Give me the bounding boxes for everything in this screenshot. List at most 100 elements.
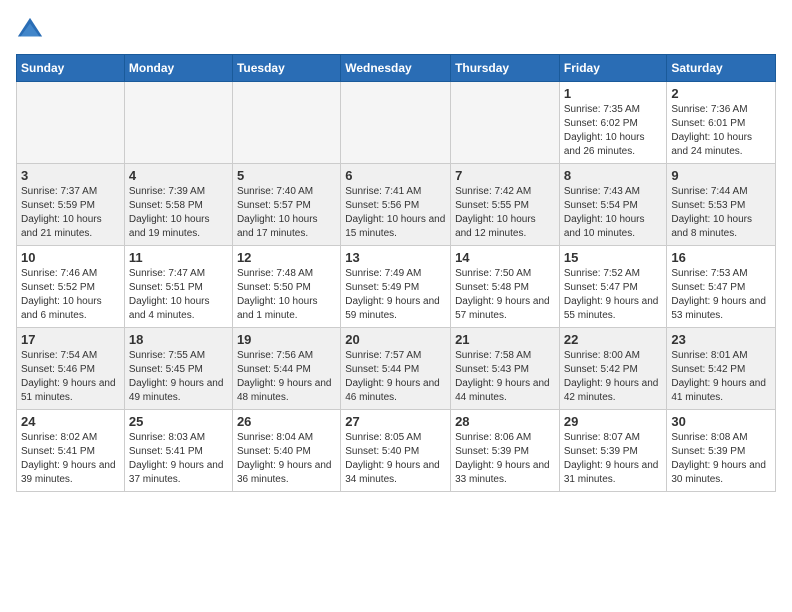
calendar-cell: 23Sunrise: 8:01 AM Sunset: 5:42 PM Dayli… bbox=[667, 328, 776, 410]
calendar-cell: 30 Sunrise: 8:08 AM Sunset: 5:39 PM Dayli… bbox=[667, 410, 776, 492]
day-info: Sunrise: 7:50 AM Sunset: 5:48 PM Dayligh… bbox=[455, 267, 555, 323]
calendar-table: SundayMondayTuesdayWednesdayThursdayFrid… bbox=[16, 54, 776, 492]
day-info: Sunrise: 8:04 AM Sunset: 5:40 PM Dayligh… bbox=[237, 431, 336, 487]
calendar-cell: 8 Sunrise: 7:43 AM Sunset: 5:54 PM Daylig… bbox=[559, 164, 667, 246]
day-info: Sunrise: 7:46 AM Sunset: 5:52 PM Dayligh… bbox=[21, 267, 120, 323]
day-info: Sunrise: 7:44 AM Sunset: 5:53 PM Dayligh… bbox=[671, 185, 771, 241]
calendar-cell bbox=[17, 82, 125, 164]
day-info: Sunrise: 7:42 AM Sunset: 5:55 PM Dayligh… bbox=[455, 185, 555, 241]
calendar-cell: 24 Sunrise: 8:02 AM Sunset: 5:41 PM Dayli… bbox=[17, 410, 125, 492]
calendar-cell: 19Sunrise: 7:56 AM Sunset: 5:44 PM Dayli… bbox=[232, 328, 340, 410]
day-number: 15 bbox=[564, 250, 663, 265]
day-info: Sunrise: 8:02 AM Sunset: 5:41 PM Dayligh… bbox=[21, 431, 120, 487]
calendar-cell: 10 Sunrise: 7:46 AM Sunset: 5:52 PM Dayli… bbox=[17, 246, 125, 328]
calendar-cell: 4 Sunrise: 7:39 AM Sunset: 5:58 PM Daylig… bbox=[124, 164, 232, 246]
day-number: 5 bbox=[237, 168, 336, 183]
calendar-cell: 9 Sunrise: 7:44 AM Sunset: 5:53 PM Daylig… bbox=[667, 164, 776, 246]
day-info: Sunrise: 7:55 AM Sunset: 5:45 PM Dayligh… bbox=[129, 349, 228, 405]
day-info: Sunrise: 8:00 AM Sunset: 5:42 PM Dayligh… bbox=[564, 349, 663, 405]
day-number: 23 bbox=[671, 332, 771, 347]
day-number: 30 bbox=[671, 414, 771, 429]
weekday-header: Sunday bbox=[17, 55, 125, 82]
calendar-cell: 22 Sunrise: 8:00 AM Sunset: 5:42 PM Dayli… bbox=[559, 328, 667, 410]
day-number: 19 bbox=[237, 332, 336, 347]
day-info: Sunrise: 7:37 AM Sunset: 5:59 PM Dayligh… bbox=[21, 185, 120, 241]
calendar-cell: 5 Sunrise: 7:40 AM Sunset: 5:57 PM Daylig… bbox=[232, 164, 340, 246]
weekday-header: Thursday bbox=[451, 55, 560, 82]
day-info: Sunrise: 7:35 AM Sunset: 6:02 PM Dayligh… bbox=[564, 103, 663, 159]
day-info: Sunrise: 7:40 AM Sunset: 5:57 PM Dayligh… bbox=[237, 185, 336, 241]
day-number: 22 bbox=[564, 332, 663, 347]
calendar-row: 17 Sunrise: 7:54 AM Sunset: 5:46 PM Dayli… bbox=[17, 328, 776, 410]
day-number: 8 bbox=[564, 168, 663, 183]
calendar-cell bbox=[124, 82, 232, 164]
day-info: Sunrise: 7:52 AM Sunset: 5:47 PM Dayligh… bbox=[564, 267, 663, 323]
logo-icon bbox=[16, 16, 44, 44]
day-number: 10 bbox=[21, 250, 120, 265]
day-info: Sunrise: 8:08 AM Sunset: 5:39 PM Dayligh… bbox=[671, 431, 771, 487]
calendar-row: 10 Sunrise: 7:46 AM Sunset: 5:52 PM Dayli… bbox=[17, 246, 776, 328]
calendar-cell: 29 Sunrise: 8:07 AM Sunset: 5:39 PM Dayli… bbox=[559, 410, 667, 492]
day-number: 3 bbox=[21, 168, 120, 183]
calendar-cell: 18 Sunrise: 7:55 AM Sunset: 5:45 PM Dayli… bbox=[124, 328, 232, 410]
day-number: 13 bbox=[345, 250, 446, 265]
day-info: Sunrise: 8:07 AM Sunset: 5:39 PM Dayligh… bbox=[564, 431, 663, 487]
day-info: Sunrise: 8:03 AM Sunset: 5:41 PM Dayligh… bbox=[129, 431, 228, 487]
day-info: Sunrise: 7:58 AM Sunset: 5:43 PM Dayligh… bbox=[455, 349, 555, 405]
header-row: SundayMondayTuesdayWednesdayThursdayFrid… bbox=[17, 55, 776, 82]
weekday-header: Monday bbox=[124, 55, 232, 82]
calendar-cell: 21 Sunrise: 7:58 AM Sunset: 5:43 PM Dayli… bbox=[451, 328, 560, 410]
day-number: 2 bbox=[671, 86, 771, 101]
day-number: 9 bbox=[671, 168, 771, 183]
calendar-cell bbox=[232, 82, 340, 164]
day-number: 26 bbox=[237, 414, 336, 429]
calendar-cell: 20 Sunrise: 7:57 AM Sunset: 5:44 PM Dayli… bbox=[341, 328, 451, 410]
day-info: Sunrise: 7:48 AM Sunset: 5:50 PM Dayligh… bbox=[237, 267, 336, 323]
day-number: 4 bbox=[129, 168, 228, 183]
calendar-cell: 3 Sunrise: 7:37 AM Sunset: 5:59 PM Daylig… bbox=[17, 164, 125, 246]
calendar-cell: 2 Sunrise: 7:36 AM Sunset: 6:01 PM Daylig… bbox=[667, 82, 776, 164]
logo bbox=[16, 16, 48, 44]
day-number: 18 bbox=[129, 332, 228, 347]
calendar-cell: 28 Sunrise: 8:06 AM Sunset: 5:39 PM Dayli… bbox=[451, 410, 560, 492]
day-number: 25 bbox=[129, 414, 228, 429]
day-info: Sunrise: 7:57 AM Sunset: 5:44 PM Dayligh… bbox=[345, 349, 446, 405]
calendar-cell: 15 Sunrise: 7:52 AM Sunset: 5:47 PM Dayli… bbox=[559, 246, 667, 328]
day-info: Sunrise: 7:49 AM Sunset: 5:49 PM Dayligh… bbox=[345, 267, 446, 323]
day-info: Sunrise: 7:39 AM Sunset: 5:58 PM Dayligh… bbox=[129, 185, 228, 241]
day-info: Sunrise: 7:41 AM Sunset: 5:56 PM Dayligh… bbox=[345, 185, 446, 241]
calendar-cell: 11Sunrise: 7:47 AM Sunset: 5:51 PM Dayli… bbox=[124, 246, 232, 328]
day-info: Sunrise: 7:53 AM Sunset: 5:47 PM Dayligh… bbox=[671, 267, 771, 323]
day-number: 27 bbox=[345, 414, 446, 429]
calendar-body: 1 Sunrise: 7:35 AM Sunset: 6:02 PM Daylig… bbox=[17, 82, 776, 492]
day-number: 1 bbox=[564, 86, 663, 101]
calendar-cell: 12Sunrise: 7:48 AM Sunset: 5:50 PM Dayli… bbox=[232, 246, 340, 328]
calendar-cell: 25 Sunrise: 8:03 AM Sunset: 5:41 PM Dayli… bbox=[124, 410, 232, 492]
day-number: 28 bbox=[455, 414, 555, 429]
calendar-header: SundayMondayTuesdayWednesdayThursdayFrid… bbox=[17, 55, 776, 82]
day-number: 6 bbox=[345, 168, 446, 183]
day-number: 24 bbox=[21, 414, 120, 429]
day-number: 11 bbox=[129, 250, 228, 265]
weekday-header: Wednesday bbox=[341, 55, 451, 82]
weekday-header: Friday bbox=[559, 55, 667, 82]
calendar-row: 24 Sunrise: 8:02 AM Sunset: 5:41 PM Dayli… bbox=[17, 410, 776, 492]
day-number: 29 bbox=[564, 414, 663, 429]
calendar-cell: 14Sunrise: 7:50 AM Sunset: 5:48 PM Dayli… bbox=[451, 246, 560, 328]
weekday-header: Saturday bbox=[667, 55, 776, 82]
weekday-header: Tuesday bbox=[232, 55, 340, 82]
calendar-cell: 26 Sunrise: 8:04 AM Sunset: 5:40 PM Dayli… bbox=[232, 410, 340, 492]
calendar-row: 3 Sunrise: 7:37 AM Sunset: 5:59 PM Daylig… bbox=[17, 164, 776, 246]
day-number: 17 bbox=[21, 332, 120, 347]
calendar-cell bbox=[341, 82, 451, 164]
day-number: 21 bbox=[455, 332, 555, 347]
day-info: Sunrise: 7:43 AM Sunset: 5:54 PM Dayligh… bbox=[564, 185, 663, 241]
calendar-row: 1 Sunrise: 7:35 AM Sunset: 6:02 PM Daylig… bbox=[17, 82, 776, 164]
day-number: 20 bbox=[345, 332, 446, 347]
day-info: Sunrise: 7:54 AM Sunset: 5:46 PM Dayligh… bbox=[21, 349, 120, 405]
calendar-cell: 7Sunrise: 7:42 AM Sunset: 5:55 PM Daylig… bbox=[451, 164, 560, 246]
day-info: Sunrise: 7:36 AM Sunset: 6:01 PM Dayligh… bbox=[671, 103, 771, 159]
day-number: 16 bbox=[671, 250, 771, 265]
calendar-cell: 27Sunrise: 8:05 AM Sunset: 5:40 PM Dayli… bbox=[341, 410, 451, 492]
day-info: Sunrise: 8:06 AM Sunset: 5:39 PM Dayligh… bbox=[455, 431, 555, 487]
